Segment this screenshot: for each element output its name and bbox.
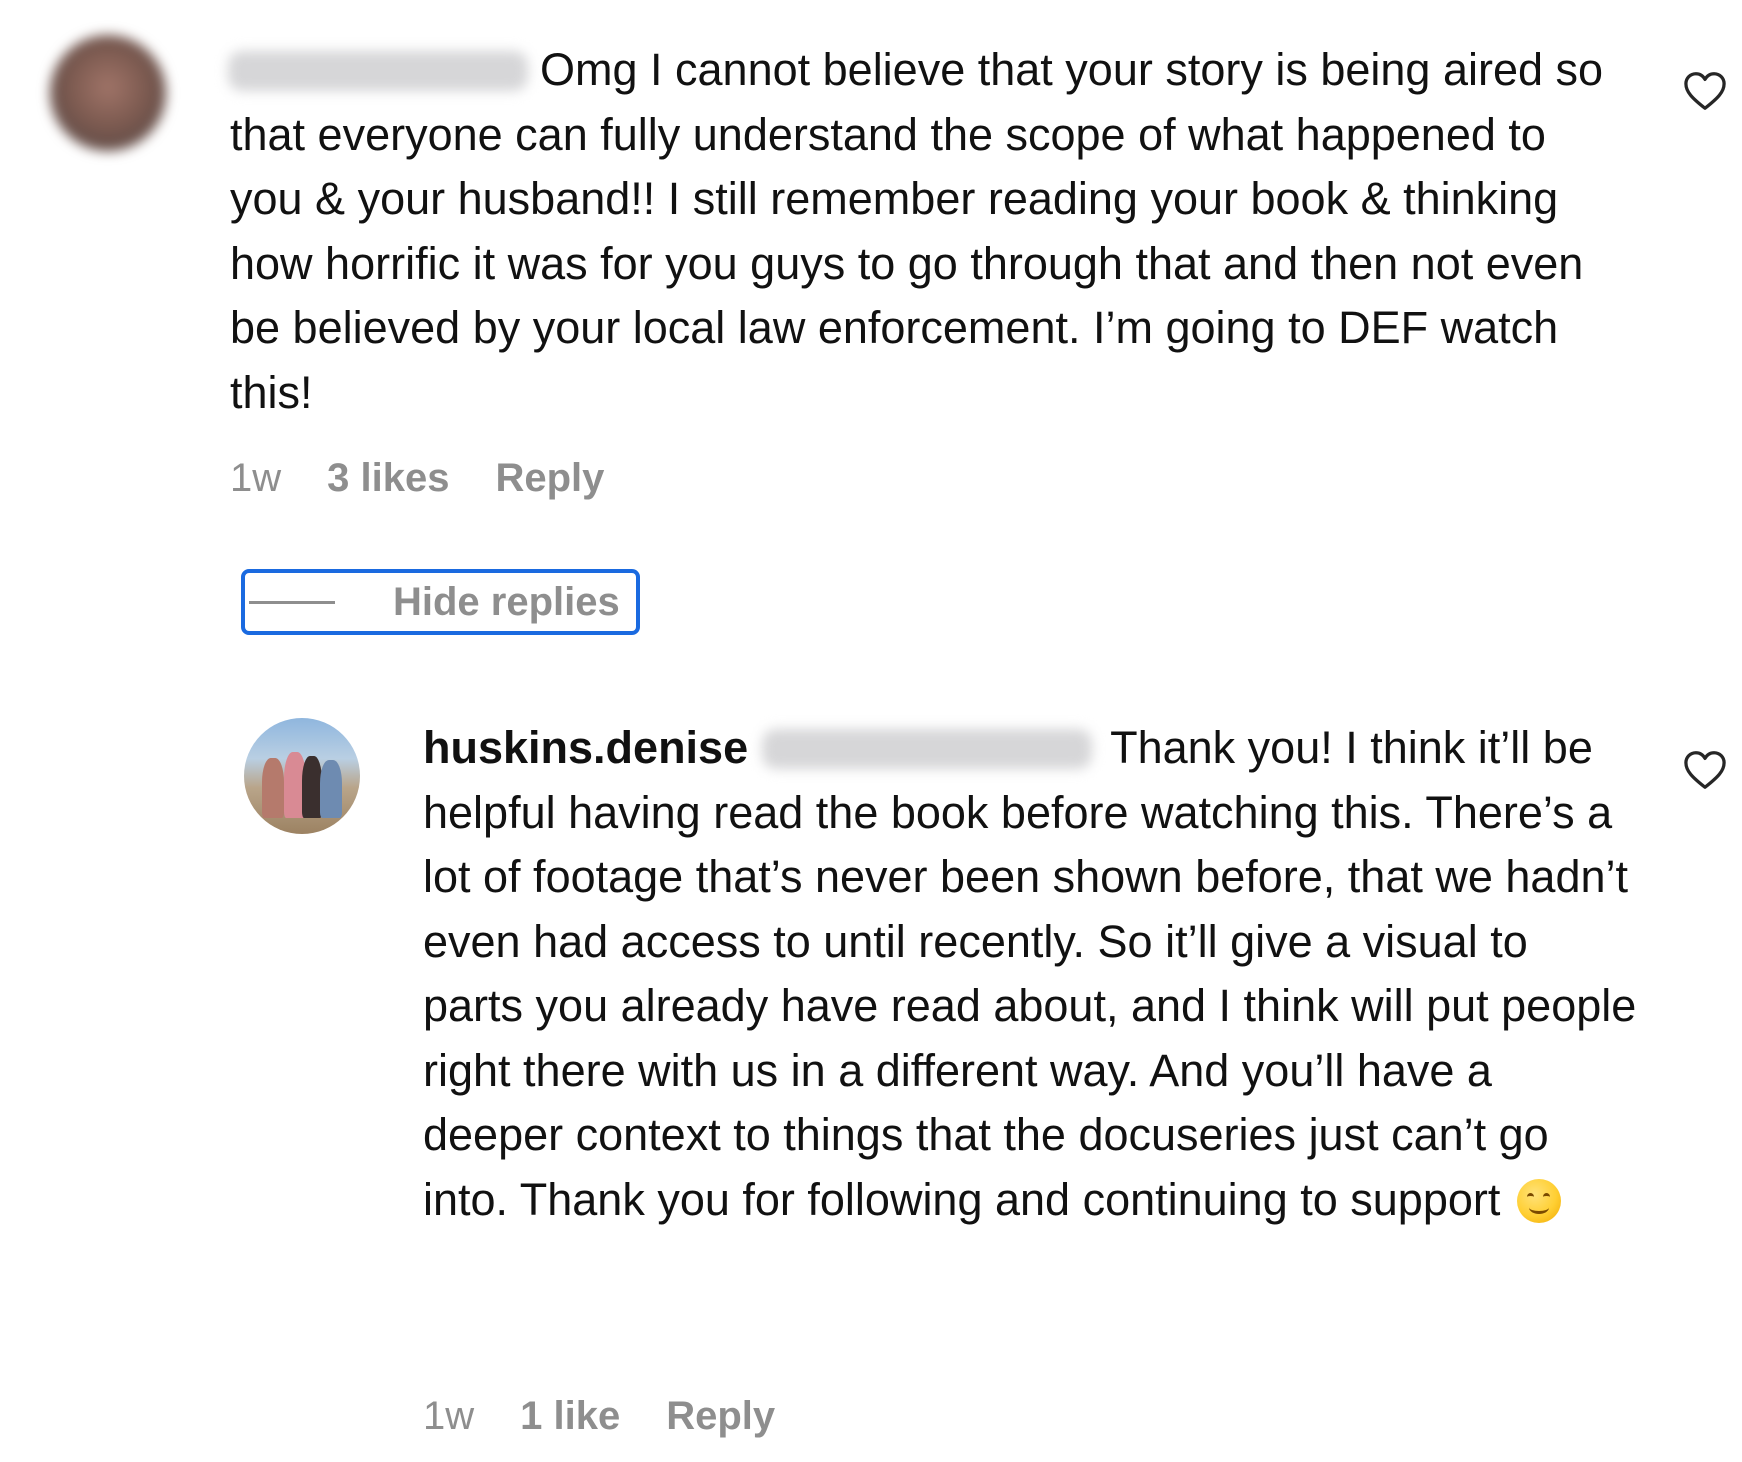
- reply-text: Thank you! I think it’ll be helpful havi…: [423, 722, 1649, 1225]
- comment-reply-button[interactable]: Reply: [495, 456, 604, 501]
- huskins-denise-avatar[interactable]: [244, 718, 360, 834]
- avatar-figure: [262, 758, 284, 818]
- comment-text: Omg I cannot believe that your story is …: [230, 44, 1616, 418]
- heart-outline-icon[interactable]: [1683, 71, 1727, 111]
- smiling-face-emoji: [1516, 1178, 1561, 1223]
- comment-meta: 1w 3 likes Reply: [230, 456, 650, 501]
- hide-replies-button[interactable]: Hide replies: [241, 569, 640, 635]
- redacted-mention: [762, 729, 1093, 769]
- reply-reply-button[interactable]: Reply: [666, 1394, 775, 1439]
- comment-body: Omg I cannot believe that your story is …: [228, 38, 1630, 425]
- comment-time[interactable]: 1w: [230, 456, 281, 501]
- redacted-username: [228, 51, 528, 91]
- reply-likes[interactable]: 1 like: [520, 1394, 620, 1439]
- reply-username[interactable]: huskins.denise: [423, 722, 748, 773]
- avatar-figure: [302, 756, 322, 818]
- heart-outline-icon[interactable]: [1683, 750, 1727, 790]
- reply-body: huskins.denise Thank you! I think it’ll b…: [423, 716, 1638, 1232]
- commenter-avatar-blurred[interactable]: [50, 35, 166, 151]
- avatar-figure: [320, 760, 342, 818]
- reply-time[interactable]: 1w: [423, 1394, 474, 1439]
- divider-line: [249, 600, 335, 604]
- reply-meta: 1w 1 like Reply: [423, 1394, 821, 1439]
- comment-likes[interactable]: 3 likes: [327, 456, 449, 501]
- hide-replies-label: Hide replies: [393, 579, 620, 624]
